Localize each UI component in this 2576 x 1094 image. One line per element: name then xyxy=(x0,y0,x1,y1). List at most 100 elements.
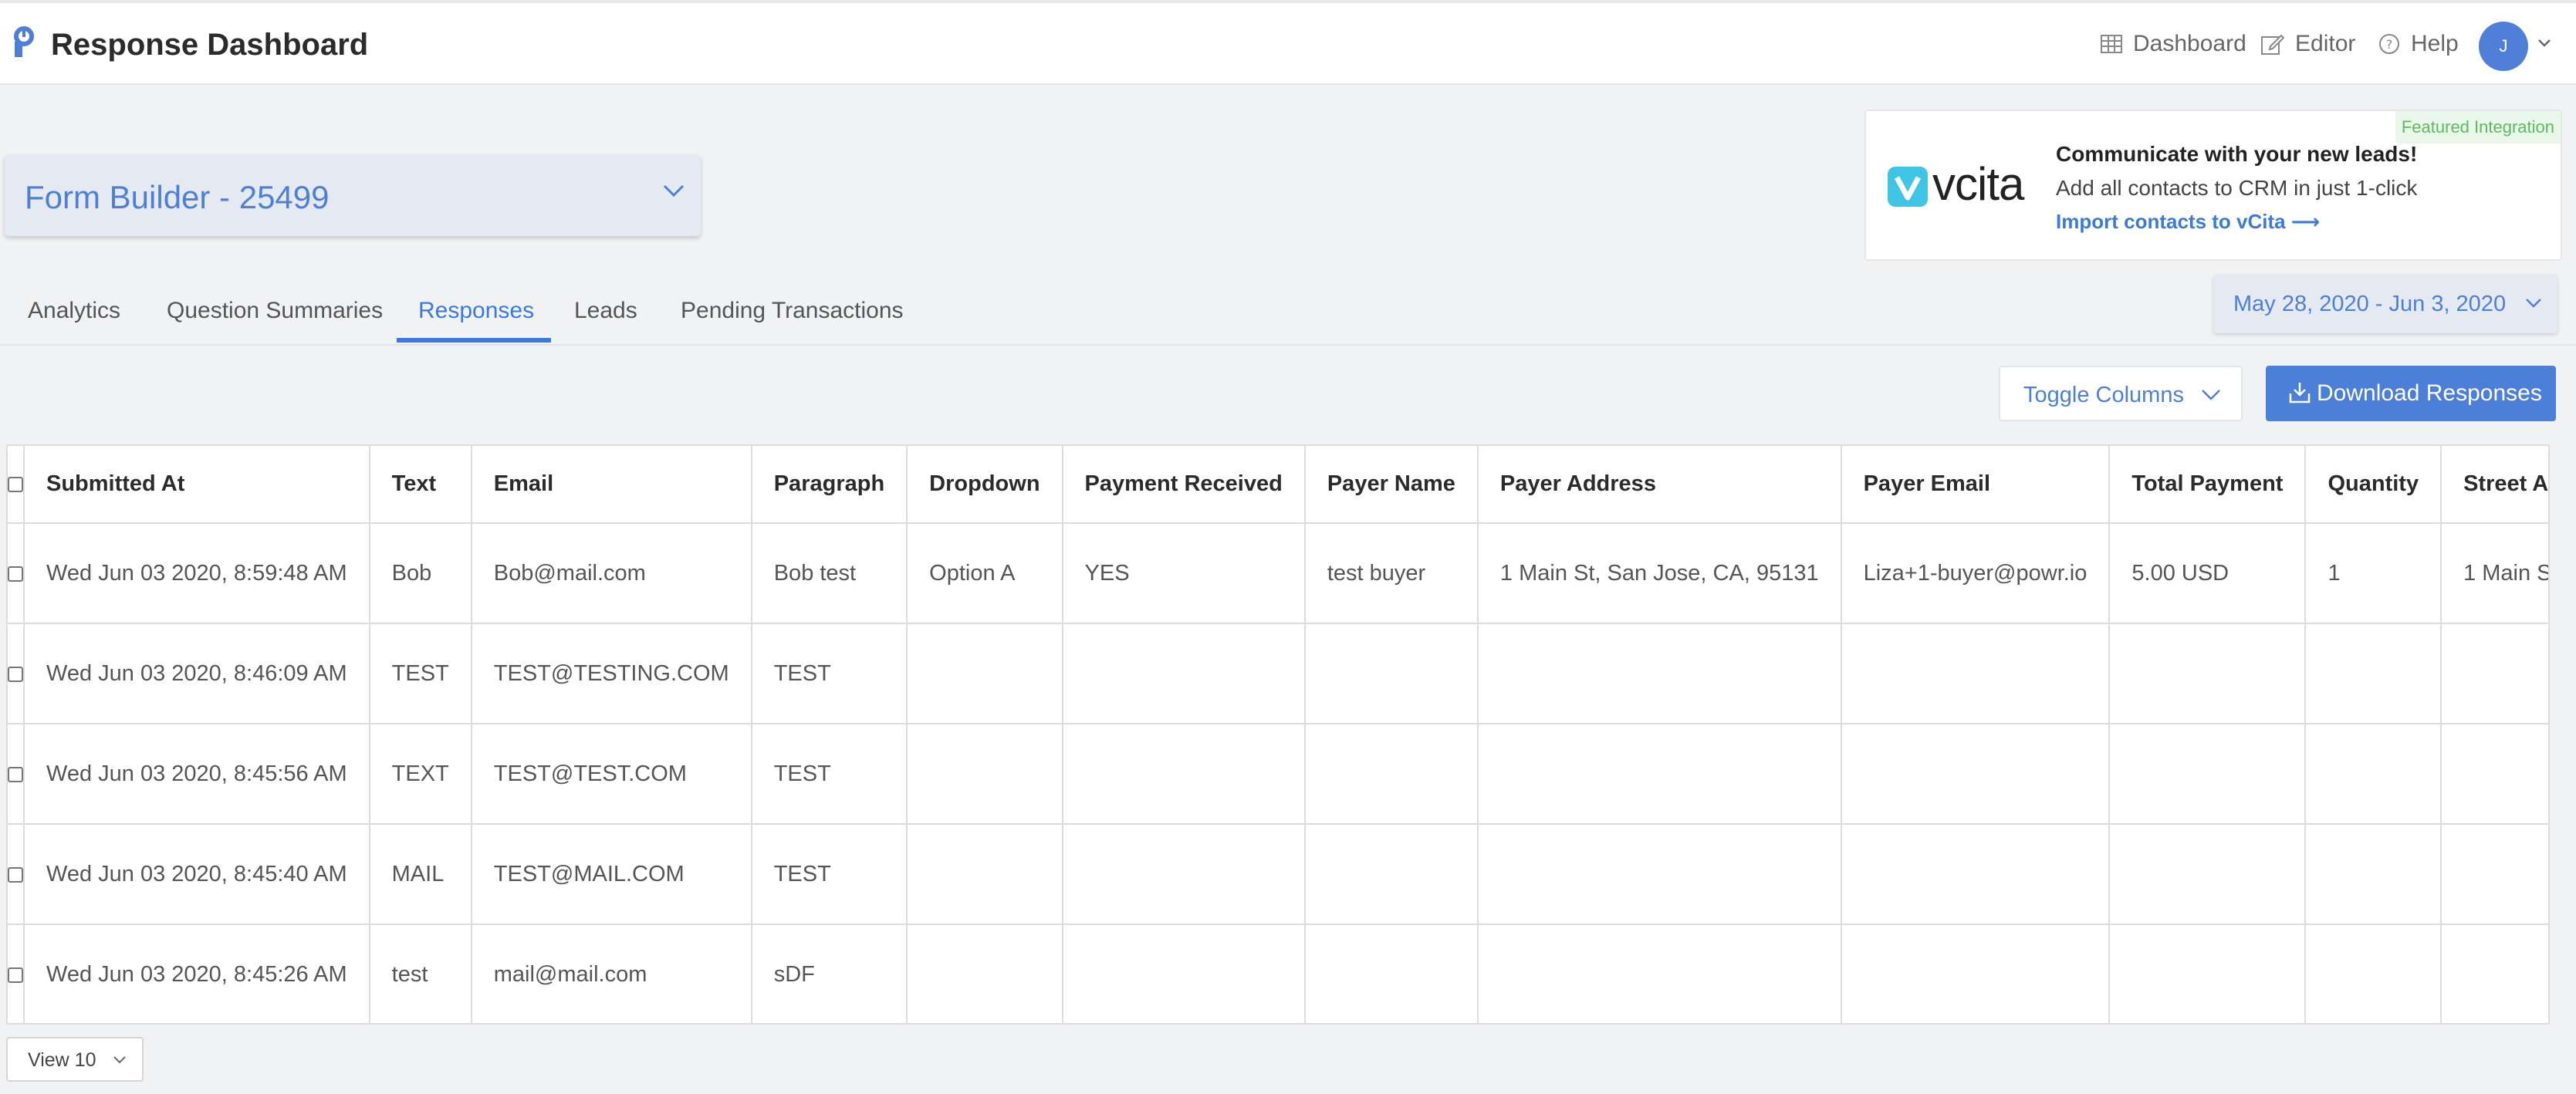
table-cell: Wed Jun 03 2020, 8:59:48 AM xyxy=(24,523,370,624)
row-checkbox[interactable] xyxy=(8,866,22,883)
table-cell xyxy=(1477,623,1842,724)
edit-icon xyxy=(2261,34,2284,55)
page-size-select[interactable]: View 10 xyxy=(6,1037,144,1082)
tab-pending-transactions[interactable]: Pending Transactions xyxy=(681,298,904,324)
tab-analytics[interactable]: Analytics xyxy=(28,298,120,324)
toggle-columns-button[interactable]: Toggle Columns xyxy=(1999,366,2243,421)
table-cell: 1 xyxy=(2305,523,2442,624)
tab-question-summaries[interactable]: Question Summaries xyxy=(167,298,383,324)
avatar-initial: J xyxy=(2499,36,2508,56)
table-cell xyxy=(907,824,1063,925)
column-header[interactable]: Payment Received xyxy=(1062,446,1306,524)
table-cell: Wed Jun 03 2020, 8:45:56 AM xyxy=(24,724,370,825)
row-select-cell xyxy=(8,924,25,1023)
table-cell xyxy=(2441,724,2548,825)
app-title: Response Dashboard xyxy=(51,28,369,62)
tab-leads[interactable]: Leads xyxy=(574,298,637,324)
table-cell xyxy=(1062,623,1306,724)
table-cell xyxy=(907,724,1063,825)
tab-responses[interactable]: Responses xyxy=(418,298,534,324)
column-header[interactable]: Payer Address xyxy=(1477,446,1842,524)
table-cell xyxy=(1841,924,2111,1023)
table-cell xyxy=(2109,724,2307,825)
select-all-checkbox[interactable] xyxy=(8,477,22,493)
table-cell: TEST xyxy=(751,724,908,825)
row-select-cell xyxy=(8,523,25,624)
table-cell: MAIL xyxy=(369,824,472,925)
table-cell: Bob xyxy=(369,523,472,624)
column-header[interactable]: Text xyxy=(369,446,472,524)
tab-bar: Analytics Question Summaries Responses L… xyxy=(0,285,2576,346)
table-cell: Option A xyxy=(907,523,1063,624)
table-row[interactable]: Wed Jun 03 2020, 8:59:48 AM Bob Bob@mail.c… xyxy=(8,523,2548,624)
table-cell xyxy=(1304,824,1479,925)
chevron-down-icon xyxy=(663,184,685,198)
column-header[interactable]: Street Address xyxy=(2441,446,2548,524)
user-avatar[interactable]: J xyxy=(2479,22,2528,71)
column-header[interactable]: Payer Email xyxy=(1841,446,2111,524)
table-row[interactable]: Wed Jun 03 2020, 8:45:26 AM test mail@mail… xyxy=(8,924,2548,1023)
date-range-picker[interactable]: May 28, 2020 - Jun 3, 2020 xyxy=(2213,275,2557,333)
table-cell xyxy=(2109,824,2307,925)
table-cell xyxy=(1841,724,2111,825)
table-row[interactable]: Wed Jun 03 2020, 8:46:09 AM TEST TEST@TEST… xyxy=(8,623,2548,724)
toggle-columns-label: Toggle Columns xyxy=(2023,383,2184,407)
table-cell: TEXT xyxy=(369,724,472,825)
row-checkbox[interactable] xyxy=(8,566,22,582)
column-header[interactable]: Paragraph xyxy=(751,446,908,524)
import-contacts-link[interactable]: Import contacts to vCita ⟶ xyxy=(2056,210,2320,234)
column-header[interactable]: Dropdown xyxy=(907,446,1063,524)
download-responses-label: Download Responses xyxy=(2317,380,2542,406)
responses-table: Submitted At Text Email Paragraph Dropdo… xyxy=(6,444,2550,1025)
form-selector-label: Form Builder - 25499 xyxy=(25,179,330,215)
table-cell xyxy=(1304,623,1479,724)
table-cell xyxy=(1062,924,1306,1023)
form-selector[interactable]: Form Builder - 25499 xyxy=(5,154,701,236)
active-tab-indicator xyxy=(397,338,551,343)
nav-dashboard[interactable]: Dashboard xyxy=(2101,31,2246,57)
row-checkbox[interactable] xyxy=(8,666,22,682)
row-checkbox[interactable] xyxy=(8,766,22,782)
column-header[interactable]: Quantity xyxy=(2305,446,2442,524)
row-select-cell xyxy=(8,824,25,925)
table-cell xyxy=(1062,824,1306,925)
table-cell xyxy=(1841,623,2111,724)
table-cell xyxy=(1841,824,2111,925)
table-cell: mail@mail.com xyxy=(471,924,752,1023)
date-range-label: May 28, 2020 - Jun 3, 2020 xyxy=(2233,292,2507,316)
table-cell xyxy=(2441,924,2548,1023)
help-icon: ? xyxy=(2379,34,2399,54)
grid-icon xyxy=(2101,35,2122,53)
table-cell: Bob@mail.com xyxy=(471,523,752,624)
table-cell xyxy=(1477,724,1842,825)
table-cell: sDF xyxy=(751,924,908,1023)
table-cell: test buyer xyxy=(1304,523,1479,624)
table-cell xyxy=(2441,824,2548,925)
chevron-down-icon xyxy=(2526,299,2541,308)
nav-editor[interactable]: Editor xyxy=(2261,31,2355,57)
nav-help[interactable]: ? Help xyxy=(2378,31,2459,57)
nav-editor-label: Editor xyxy=(2295,31,2356,56)
vcita-brand: vcita xyxy=(1932,158,2024,210)
chevron-down-icon[interactable] xyxy=(2537,39,2551,48)
table-cell: 5.00 USD xyxy=(2109,523,2307,624)
table-cell xyxy=(2441,623,2548,724)
row-checkbox[interactable] xyxy=(8,967,22,983)
download-icon xyxy=(2289,383,2311,403)
chevron-down-icon xyxy=(2202,390,2220,400)
table-cell: TEST xyxy=(369,623,472,724)
ad-subtext: Add all contacts to CRM in just 1-click xyxy=(2056,176,2418,200)
table-cell: TEST xyxy=(751,623,908,724)
table-cell: TEST@TESTING.COM xyxy=(471,623,752,724)
top-bar: Response Dashboard Dashboard Editor ? He… xyxy=(0,0,2576,85)
row-select-cell xyxy=(8,724,25,825)
table-row[interactable]: Wed Jun 03 2020, 8:45:56 AM TEXT TEST@TEST… xyxy=(8,724,2548,825)
table-cell xyxy=(1304,724,1479,825)
table-cell xyxy=(1062,724,1306,825)
column-header[interactable]: Submitted At xyxy=(24,446,370,524)
download-responses-button[interactable]: Download Responses xyxy=(2266,366,2556,421)
table-row[interactable]: Wed Jun 03 2020, 8:45:40 AM MAIL TEST@MAIL… xyxy=(8,824,2548,925)
column-header[interactable]: Total Payment xyxy=(2109,446,2307,524)
column-header[interactable]: Payer Name xyxy=(1304,446,1479,524)
column-header[interactable]: Email xyxy=(471,446,752,524)
